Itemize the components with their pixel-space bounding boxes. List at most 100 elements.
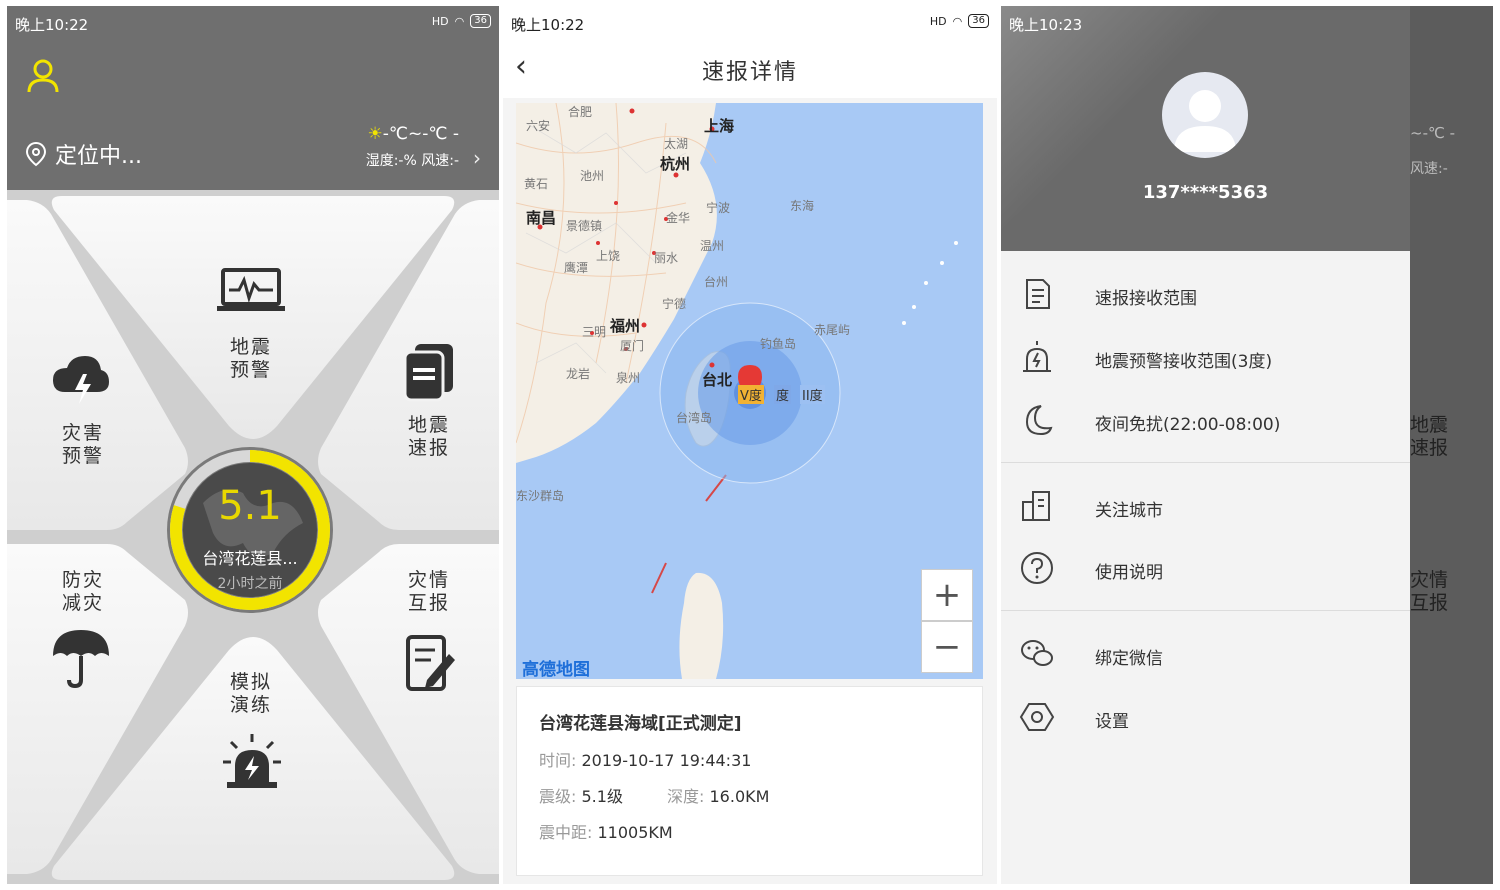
quake-magnitude: 5.1 (218, 483, 282, 529)
screenshot-frame: 晚上10:22 HD ◠ 36 定位中... ☀-℃~-℃ - 湿度:-% 风速… (0, 0, 1500, 890)
status-bar: 晚上10:23 (1001, 6, 1410, 36)
map-label: 六安 (526, 119, 551, 133)
storm-cloud-icon (53, 356, 109, 404)
map-label: 丽水 (654, 251, 679, 265)
map-label: 温州 (700, 239, 725, 253)
tile-label-prevent: 防灾 减灾 (61, 569, 104, 614)
event-distance: 11005KM (597, 823, 673, 842)
zoom-out-button[interactable]: − (921, 621, 973, 673)
menu-label: 速报接收范围 (1095, 289, 1197, 309)
map-label: 东沙群岛 (516, 489, 565, 503)
intensity-label-ii: II度 (800, 385, 825, 404)
map-label: 合肥 (568, 105, 593, 119)
battery-icon: 36 (968, 14, 989, 28)
menu-report-range[interactable]: 速报接收范围 (1001, 264, 1410, 324)
building-icon (1022, 491, 1050, 521)
menu-settings[interactable]: 设置 (1001, 687, 1410, 747)
event-title: 台湾花莲县海域[正式测定] (539, 714, 742, 734)
page-title: 速报详情 (701, 60, 798, 85)
menu-follow-city[interactable]: 关注城市 (1001, 476, 1410, 536)
map-brand: 高德地图 (522, 660, 590, 679)
map-label: 太湖 (664, 137, 689, 151)
tile-label-report: 地震 速报 (407, 414, 450, 459)
menu-bind-wechat[interactable]: 绑定微信 (1001, 624, 1410, 684)
user-phone: 137****5363 (1142, 182, 1269, 203)
menu-label: 设置 (1095, 712, 1129, 732)
intensity-label-mid: 度 (774, 385, 792, 404)
map-label: 杭州 (660, 155, 691, 173)
map-label: 赤尾屿 (814, 323, 851, 337)
status-time: 晚上10:23 (1009, 16, 1083, 34)
quake-map[interactable]: 上海 杭州 南昌 福州 台北 太湖 东海 钓鱼岛 赤尾屿 台湾岛 东沙群岛 宁波… (516, 103, 983, 679)
wifi-icon: ◠ (454, 14, 465, 28)
depth-label: 深度: (667, 787, 705, 806)
user-avatar-icon (1174, 90, 1236, 152)
avatar[interactable] (1162, 72, 1248, 158)
menu-help[interactable]: 使用说明 (1001, 538, 1410, 598)
document-stack-icon (403, 344, 453, 402)
event-time: 2019-10-17 19:44:31 (581, 751, 752, 770)
tile-label-warning: 地震 预警 (229, 336, 272, 381)
map-label: 上海 (704, 117, 735, 135)
document-icon (1026, 279, 1050, 309)
peek-wind: 风速:- (1410, 161, 1448, 177)
map-label: 福州 (610, 317, 641, 335)
signal-icon: HD (929, 14, 947, 28)
map-label: 黄石 (524, 177, 549, 191)
battery-icon: 36 (470, 14, 491, 28)
chevron-right-icon[interactable]: › (473, 146, 481, 170)
status-time: 晚上10:22 (15, 16, 89, 34)
latest-quake-badge[interactable]: 5.1 台湾花莲县... 2小时之前 (167, 447, 333, 613)
edit-document-icon (406, 635, 455, 691)
location-pin-icon (25, 141, 47, 167)
side-drawer: 晚上10:23 137****5363 速报接收范围 地震预警接收范围(3度) … (1001, 6, 1410, 884)
weather-panel[interactable]: ☀-℃~-℃ - 湿度:-% 风速:- (366, 124, 459, 170)
menu-label: 关注城市 (1095, 501, 1163, 521)
map-label: 上饶 (596, 249, 621, 263)
menu-label: 使用说明 (1095, 563, 1163, 583)
home-screen: 晚上10:22 HD ◠ 36 定位中... ☀-℃~-℃ - 湿度:-% 风速… (7, 6, 499, 884)
quake-place: 台湾花莲县... (202, 549, 298, 568)
tile-label-disaster: 灾害 预警 (61, 422, 104, 467)
map-label: 宁德 (662, 297, 687, 311)
event-magnitude-row: 震级: 5.1级 (539, 783, 623, 807)
home-peek[interactable]: ~-℃ - 风速:- 地震 速报 灾情 互报 (1410, 6, 1493, 884)
status-icons: HD ◠ 36 (432, 14, 491, 28)
map-label: 池州 (580, 169, 605, 183)
menu-night-mode[interactable]: 夜间免扰(22:00-08:00) (1001, 390, 1410, 450)
menu-label: 夜间免扰(22:00-08:00) (1095, 415, 1281, 435)
distance-label: 震中距: (539, 823, 593, 842)
peek-temp: ~-℃ - (1410, 124, 1456, 142)
wechat-icon (1021, 640, 1053, 666)
map-label: 金华 (666, 211, 691, 225)
intensity-label-v: V度 (738, 385, 764, 404)
status-bar: 晚上10:22 HD ◠ 36 (503, 6, 997, 36)
weather-meta: 湿度:-% 风速:- (365, 153, 459, 169)
event-depth-row: 深度: 16.0KM (667, 783, 769, 807)
event-depth: 16.0KM (709, 787, 770, 806)
temperature-text: -℃~-℃ - (382, 124, 459, 144)
signal-icon: HD (431, 14, 449, 28)
quake-summary: 5.1 台湾花莲县... 2小时之前 (183, 463, 317, 597)
map-label: 厦门 (620, 339, 645, 353)
menu-warning-range[interactable]: 地震预警接收范围(3度) (1001, 327, 1410, 387)
map-label: 东海 (790, 199, 815, 213)
event-distance-row: 震中距: 11005KM (539, 819, 673, 843)
map-label: 台湾岛 (676, 411, 713, 425)
help-icon (1021, 552, 1053, 584)
wifi-icon: ◠ (952, 14, 963, 28)
map-label: 泉州 (616, 371, 641, 385)
menu-label: 绑定微信 (1095, 649, 1163, 669)
tile-label-mutual: 灾情 互报 (407, 569, 450, 614)
alarm-siren-icon (223, 734, 281, 788)
user-icon[interactable] (27, 58, 59, 94)
settings-icon (1019, 703, 1055, 731)
status-icons: HD ◠ 36 (930, 14, 989, 28)
location-display[interactable]: 定位中... (25, 138, 142, 170)
map-label: 钓鱼岛 (760, 337, 797, 351)
event-time-row: 时间: 2019-10-17 19:44:31 (539, 747, 751, 771)
map-label: 南昌 (526, 209, 557, 227)
zoom-in-button[interactable]: + (921, 569, 973, 621)
map-label: 台北 (702, 371, 733, 389)
map-label: 鹰潭 (564, 261, 589, 275)
